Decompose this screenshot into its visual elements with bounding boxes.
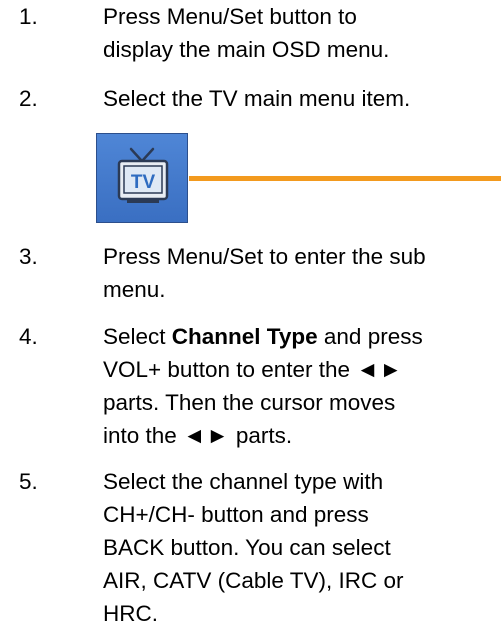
step-number: 3. (19, 244, 38, 269)
channel-type-label: Channel Type (171, 324, 318, 349)
step-line: BACK button. You can select (103, 535, 391, 560)
step-line: CH+/CH- button and press (103, 502, 369, 527)
step-line: Select Channel Type and press (103, 320, 498, 353)
tv-icon-label: TV (131, 172, 156, 193)
step-text: Select the TV main menu item. (103, 82, 498, 115)
step-line: display the main OSD menu. (103, 37, 390, 62)
step-line: menu. (103, 277, 166, 302)
step-text: Press Menu/Set button to display the mai… (103, 0, 498, 66)
step-number: 4. (19, 324, 38, 349)
step-line: Press Menu/Set to enter the sub (103, 244, 426, 269)
step-number: 1. (19, 4, 38, 29)
connector-line (189, 176, 501, 181)
step-line: VOL+ button to enter the ◄► (103, 353, 498, 386)
tv-menu-item: TV (96, 133, 501, 225)
step-line: parts. Then the cursor moves (103, 390, 396, 415)
step-line: into the ◄► parts. (103, 419, 498, 452)
step-text-plain: into the (103, 423, 177, 448)
step-line: Select the channel type with (103, 469, 384, 494)
step-line: Press Menu/Set button to (103, 4, 357, 29)
step-text: Select the channel type with CH+/CH- but… (103, 465, 498, 630)
step-line: Select the TV main menu item. (103, 86, 411, 111)
step-text-plain: Select (103, 324, 172, 349)
step-text-plain: parts. (235, 423, 293, 448)
step-text: Select Channel Type and press VOL+ butto… (103, 320, 498, 452)
step-text-plain: and press (317, 324, 423, 349)
step-line: AIR, CATV (Cable TV), IRC or (103, 568, 404, 593)
left-right-arrows-icon: ◄► (356, 357, 403, 382)
tv-icon: TV (96, 133, 188, 223)
tv-icon-graphic: TV (117, 147, 169, 203)
step-text: Press Menu/Set to enter the sub menu. (103, 240, 498, 306)
step-text-plain: VOL+ button to enter the (103, 357, 351, 382)
step-line: HRC. (103, 601, 158, 626)
step-number: 5. (19, 469, 38, 494)
left-right-arrows-icon: ◄► (183, 423, 230, 448)
step-number: 2. (19, 86, 38, 111)
